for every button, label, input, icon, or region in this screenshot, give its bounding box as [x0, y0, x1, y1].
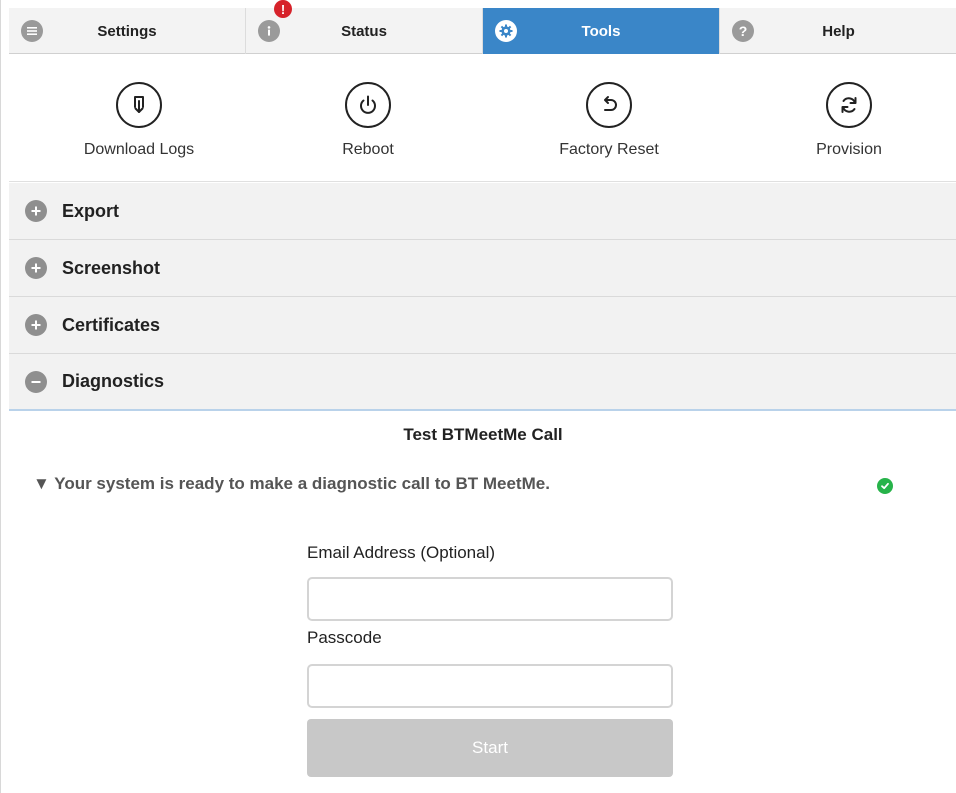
alert-badge: ! [274, 0, 292, 18]
question-icon: ? [732, 20, 754, 42]
section-screenshot[interactable]: Screenshot [9, 240, 956, 297]
download-logs-label: Download Logs [83, 141, 195, 158]
section-screenshot-label: Screenshot [62, 257, 161, 278]
section-certificates-label: Certificates [62, 314, 161, 335]
email-label: Email Address (Optional) [307, 543, 496, 562]
info-icon [258, 20, 280, 42]
download-icon [116, 82, 162, 128]
diagnostic-status-text: Your system is ready to make a diagnosti… [54, 474, 550, 493]
diagnostics-title: Test BTMeetMe Call [403, 425, 563, 444]
email-field[interactable] [307, 577, 673, 621]
reboot-label: Reboot [342, 141, 394, 158]
provision-label: Provision [816, 141, 882, 158]
gear-icon [495, 20, 517, 42]
tab-settings-label: Settings [97, 22, 157, 40]
download-logs-button[interactable]: Download Logs [39, 82, 239, 159]
diagnostic-status-toggle[interactable]: ▼ Your system is ready to make a diagnos… [33, 474, 550, 494]
section-diagnostics-label: Diagnostics [62, 371, 165, 391]
tab-help-label: Help [822, 22, 855, 40]
section-export-label: Export [62, 200, 120, 221]
plus-icon [25, 200, 47, 222]
tools-row: Download Logs Reboot Factory Reset Provi… [9, 54, 956, 182]
sync-icon [826, 82, 872, 128]
collapse-triangle-icon: ▼ [33, 474, 50, 493]
list-icon [21, 20, 43, 42]
tab-bar: Settings ! Status Tools ? Help [9, 0, 956, 54]
reboot-button[interactable]: Reboot [268, 82, 468, 159]
power-icon [345, 82, 391, 128]
section-diagnostics[interactable]: Diagnostics [9, 354, 956, 411]
tools-page: Settings ! Status Tools ? Help Download … [0, 0, 956, 793]
section-export[interactable]: Export [9, 183, 956, 240]
minus-icon [25, 370, 47, 393]
factory-reset-button[interactable]: Factory Reset [509, 82, 709, 159]
tab-help[interactable]: ? Help [720, 8, 956, 54]
start-button[interactable]: Start [307, 719, 673, 777]
tab-status-label: Status [341, 22, 387, 40]
section-certificates[interactable]: Certificates [9, 297, 956, 354]
factory-reset-label: Factory Reset [559, 141, 659, 158]
tab-status[interactable]: ! Status [246, 0, 483, 54]
tab-tools[interactable]: Tools [483, 8, 720, 54]
plus-icon [25, 314, 47, 336]
undo-icon [586, 82, 632, 128]
provision-button[interactable]: Provision [749, 82, 949, 159]
passcode-field[interactable] [307, 664, 673, 708]
tab-settings[interactable]: Settings [9, 8, 246, 54]
check-circle-icon [877, 478, 893, 494]
plus-icon [25, 257, 47, 279]
passcode-label: Passcode [307, 628, 382, 647]
tab-tools-label: Tools [581, 22, 621, 40]
